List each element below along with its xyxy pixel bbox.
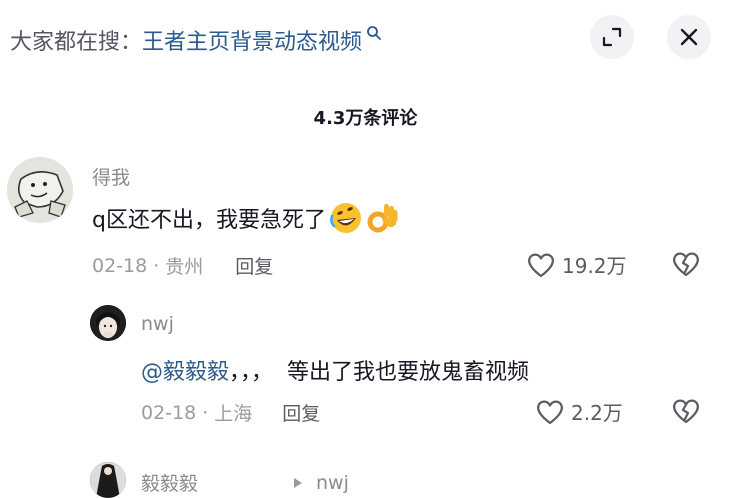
like-button[interactable]: 2.2万 (535, 397, 623, 426)
dislike-button[interactable] (671, 397, 701, 429)
reply-author[interactable]: 毅毅毅 (141, 469, 198, 496)
play-arrow-icon (294, 477, 303, 488)
search-prefix-label: 大家都在搜： (10, 30, 143, 55)
reply-location: 上海 (214, 403, 253, 425)
ok-hand-emoji (367, 204, 398, 233)
rofl-emoji (330, 203, 361, 233)
comment-location: 贵州 (165, 256, 204, 278)
reply-date: 02-18 (141, 401, 197, 424)
reply-username: 毅毅毅 nwj (141, 469, 349, 496)
close-button[interactable] (667, 15, 711, 59)
dislike-button[interactable] (671, 250, 701, 282)
search-suggestion-bar[interactable]: 大家都在搜： 王者主页背景动态视频 (10, 22, 382, 58)
heart-icon (528, 253, 554, 277)
mention-link[interactable]: @毅毅毅 (141, 360, 229, 385)
reply-meta: 02-18 · 上海 回复 (141, 399, 320, 426)
avatar[interactable] (7, 157, 73, 223)
reply-text: @毅毅毅，，， 等出了我也要放鬼畜视频 (141, 354, 529, 386)
broken-heart-icon (673, 399, 699, 424)
girl-avatar-image (90, 305, 126, 341)
reply-button[interactable]: 回复 (282, 399, 320, 426)
like-count: 2.2万 (571, 401, 623, 425)
figure-avatar-image (90, 462, 126, 498)
search-icon (367, 26, 381, 40)
avatar[interactable] (90, 305, 126, 341)
comment-username[interactable]: 得我 (92, 163, 130, 190)
expand-button[interactable] (590, 15, 634, 59)
reply-button[interactable]: 回复 (235, 252, 273, 279)
reply-text-content: ，，， 等出了我也要放鬼畜视频 (229, 360, 530, 385)
like-count: 19.2万 (562, 254, 627, 278)
comment-count-header: 4.3万条评论 (313, 108, 418, 129)
comment-date: 02-18 (92, 254, 148, 277)
comment-text: q区还不出，我要急死了 (92, 200, 400, 236)
meta-separator: · (153, 254, 160, 277)
reply-username[interactable]: nwj (141, 313, 174, 335)
expand-icon (602, 27, 622, 47)
reply-to-user[interactable]: nwj (316, 472, 349, 494)
meta-separator: · (202, 401, 209, 424)
like-button[interactable]: 19.2万 (526, 250, 627, 279)
broken-heart-icon (673, 252, 699, 277)
close-icon (680, 28, 698, 46)
sketch-avatar-image (7, 157, 73, 223)
search-suggestion-link[interactable]: 王者主页背景动态视频 (142, 24, 362, 56)
comment-meta: 02-18 · 贵州 回复 (92, 252, 273, 279)
heart-icon (537, 400, 563, 424)
comment-text-content: q区还不出，我要急死了 (92, 208, 326, 233)
avatar[interactable] (90, 462, 126, 498)
